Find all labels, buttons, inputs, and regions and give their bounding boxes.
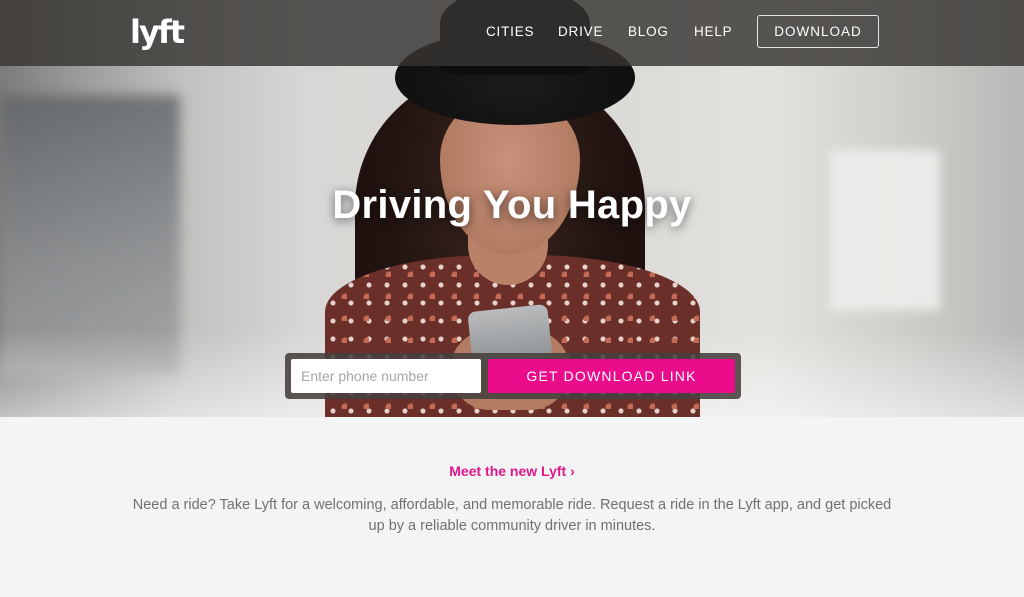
background-wall-right — [830, 150, 940, 310]
nav-link-drive[interactable]: DRIVE — [558, 24, 603, 39]
meet-new-lyft-link[interactable]: Meet the new Lyft › — [0, 463, 1024, 479]
lyft-logo[interactable]: lyft — [130, 14, 185, 50]
nav-link-help[interactable]: HELP — [694, 24, 732, 39]
get-download-link-button[interactable]: GET DOWNLOAD LINK — [488, 359, 735, 393]
intro-description: Need a ride? Take Lyft for a welcoming, … — [132, 497, 892, 534]
top-navigation-bar: lyft CITIES DRIVE BLOG HELP DOWNLOAD — [0, 0, 1024, 66]
nav-link-blog[interactable]: BLOG — [628, 24, 669, 39]
nav-link-cities[interactable]: CITIES — [486, 24, 534, 39]
intro-section: Meet the new Lyft › Need a ride? Take Ly… — [0, 417, 1024, 597]
download-link-form: GET DOWNLOAD LINK — [285, 353, 741, 399]
download-button[interactable]: DOWNLOAD — [757, 15, 879, 48]
phone-number-input[interactable] — [291, 359, 481, 393]
hero-headline: Driving You Happy — [332, 183, 692, 227]
